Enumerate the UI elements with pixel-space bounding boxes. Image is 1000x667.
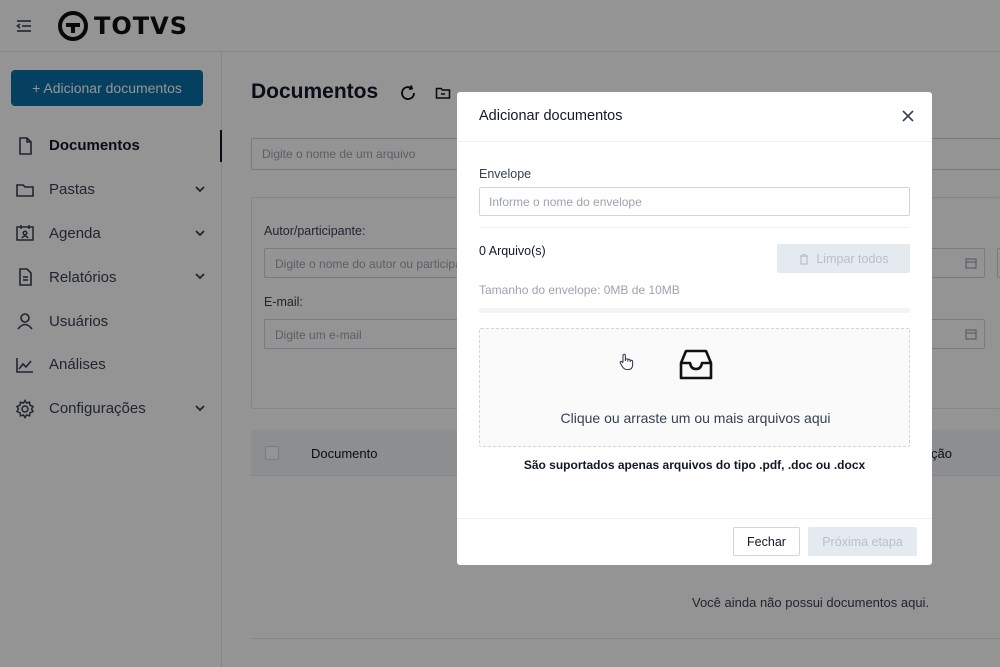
clear-all-button[interactable]: Limpar todos (777, 244, 910, 273)
hand-pointer-icon (619, 353, 634, 371)
envelope-name-input[interactable]: Informe o nome do envelope (479, 187, 910, 216)
modal-footer: Fechar Próxima etapa (457, 518, 932, 565)
dropzone-text: Clique ou arraste um ou mais arquivos aq… (560, 410, 831, 426)
file-dropzone[interactable]: Clique ou arraste um ou mais arquivos aq… (479, 328, 910, 447)
close-button[interactable]: Fechar (733, 527, 800, 556)
envelope-size-text: Tamanho do envelope: 0MB de 10MB (479, 283, 680, 297)
envelope-size-progress (479, 308, 910, 313)
trash-icon (799, 253, 809, 265)
supported-formats-text: São suportados apenas arquivos do tipo .… (523, 458, 866, 472)
inbox-icon (679, 349, 713, 380)
divider (479, 227, 910, 228)
clear-all-label: Limpar todos (816, 251, 889, 266)
files-count: 0 Arquivo(s) (479, 244, 546, 258)
add-documents-modal: Adicionar documentos Envelope Informe o … (457, 92, 932, 565)
next-step-button[interactable]: Próxima etapa (808, 527, 917, 556)
modal-header: Adicionar documentos (457, 92, 932, 142)
modal-title: Adicionar documentos (479, 108, 623, 124)
envelope-label: Envelope (479, 167, 532, 181)
close-icon[interactable] (900, 108, 916, 124)
